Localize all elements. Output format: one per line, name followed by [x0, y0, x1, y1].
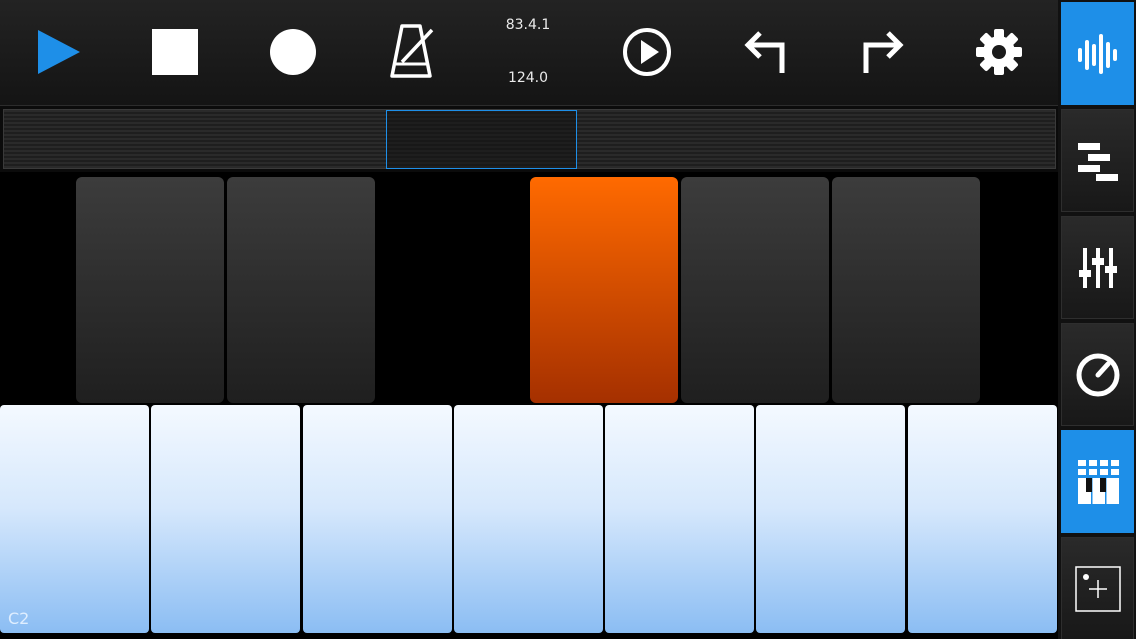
undo-button[interactable]: [735, 22, 795, 82]
redo-icon: [863, 31, 904, 73]
play-circle-icon: [623, 28, 671, 76]
position-tempo-readout[interactable]: 83.4.1 124.0: [490, 0, 566, 105]
sidebar-item-keyboard[interactable]: [1061, 430, 1134, 533]
stop-icon: [152, 29, 198, 75]
black-key-d-sharp[interactable]: [227, 177, 375, 403]
song-position: 83.4.1: [505, 17, 551, 33]
white-key-c[interactable]: [0, 405, 149, 633]
mixer-icon: [1078, 247, 1117, 288]
sidebar-item-add[interactable]: [1061, 537, 1134, 639]
black-key-g-sharp[interactable]: [681, 177, 829, 403]
black-key-f-sharp[interactable]: [530, 177, 678, 403]
white-key-a[interactable]: [756, 405, 905, 633]
undo-icon: [744, 31, 785, 73]
overview-viewport-handle[interactable]: [386, 110, 577, 169]
sequencer-icon: [1077, 142, 1118, 181]
white-key-d[interactable]: [151, 405, 300, 633]
song-overview[interactable]: [0, 105, 1058, 172]
settings-button[interactable]: [969, 22, 1029, 82]
play-icon: [38, 30, 80, 74]
stop-button[interactable]: [145, 22, 205, 82]
sidebar-item-mixer[interactable]: [1061, 216, 1134, 319]
white-key-b[interactable]: [908, 405, 1057, 633]
play-button[interactable]: [27, 22, 87, 82]
keyboard-grid-icon: [1077, 459, 1119, 504]
tempo-value: 124.0: [507, 70, 549, 86]
transport-toolbar: 83.4.1 124.0: [0, 0, 1058, 105]
metronome-button[interactable]: [381, 22, 441, 82]
piano-keyboard: C2: [0, 172, 1058, 639]
sidebar-item-audio[interactable]: [1061, 2, 1134, 105]
sidebar-item-effects[interactable]: [1061, 323, 1134, 426]
record-icon: [270, 29, 316, 75]
sidebar-item-sequencer[interactable]: [1061, 109, 1134, 212]
record-button[interactable]: [263, 22, 323, 82]
white-key-e[interactable]: [303, 405, 452, 633]
knob-icon: [1076, 353, 1119, 396]
metronome-icon: [390, 24, 434, 78]
view-sidebar: [1058, 0, 1136, 639]
white-key-f[interactable]: [454, 405, 603, 633]
black-key-c-sharp[interactable]: [76, 177, 224, 403]
add-track-icon: [1074, 565, 1121, 612]
waveform-icon: [1077, 33, 1117, 74]
white-key-g[interactable]: [605, 405, 754, 633]
loop-play-button[interactable]: [617, 22, 677, 82]
black-key-a-sharp[interactable]: [832, 177, 980, 403]
octave-label: C2: [8, 609, 30, 628]
redo-button[interactable]: [853, 22, 913, 82]
gear-icon: [976, 29, 1022, 75]
